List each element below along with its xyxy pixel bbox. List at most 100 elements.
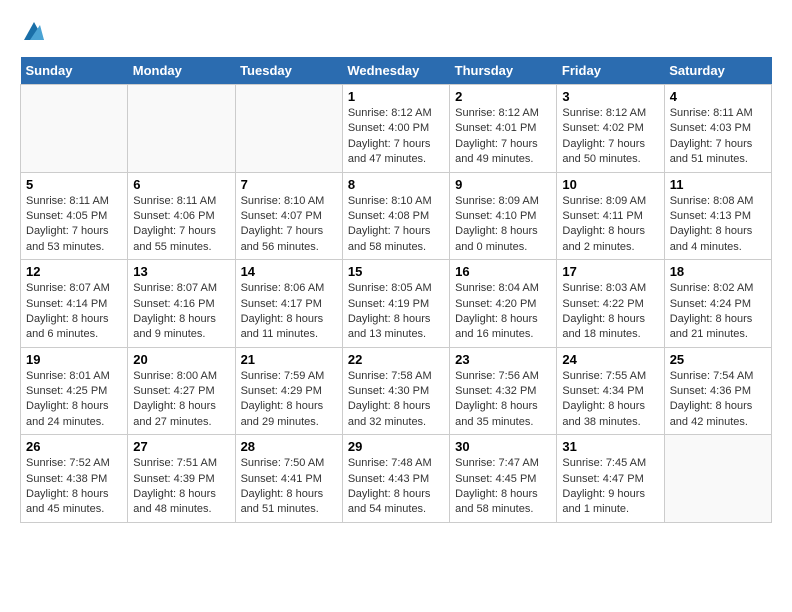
- day-number: 17: [562, 264, 658, 279]
- calendar-cell: 3 Sunrise: 8:12 AMSunset: 4:02 PMDaylight…: [557, 85, 664, 173]
- calendar-cell: 23 Sunrise: 7:56 AMSunset: 4:32 PMDayligh…: [450, 347, 557, 435]
- day-number: 8: [348, 177, 444, 192]
- day-number: 30: [455, 439, 551, 454]
- calendar-cell: 31 Sunrise: 7:45 AMSunset: 4:47 PMDayligh…: [557, 435, 664, 523]
- day-number: 27: [133, 439, 229, 454]
- calendar-cell: [235, 85, 342, 173]
- calendar-cell: 11 Sunrise: 8:08 AMSunset: 4:13 PMDayligh…: [664, 172, 771, 260]
- calendar-cell: 1 Sunrise: 8:12 AMSunset: 4:00 PMDaylight…: [342, 85, 449, 173]
- calendar-cell: 8 Sunrise: 8:10 AMSunset: 4:08 PMDaylight…: [342, 172, 449, 260]
- day-number: 19: [26, 352, 122, 367]
- calendar-cell: 4 Sunrise: 8:11 AMSunset: 4:03 PMDaylight…: [664, 85, 771, 173]
- day-header-friday: Friday: [557, 57, 664, 85]
- day-content: Sunrise: 7:48 AMSunset: 4:43 PMDaylight:…: [348, 456, 444, 518]
- day-number: 1: [348, 89, 444, 104]
- calendar-cell: 7Sunrise: 8:10 AMSunset: 4:07 PMDaylight…: [235, 172, 342, 260]
- calendar-cell: 13 Sunrise: 8:07 AMSunset: 4:16 PMDayligh…: [128, 260, 235, 348]
- day-content: Sunrise: 8:12 AMSunset: 4:00 PMDaylight:…: [348, 106, 444, 168]
- day-number: 7: [241, 177, 337, 192]
- calendar-table: SundayMondayTuesdayWednesdayThursdayFrid…: [20, 57, 772, 523]
- day-content: Sunrise: 7:52 AMSunset: 4:38 PMDaylight:…: [26, 456, 122, 518]
- calendar-cell: 6 Sunrise: 8:11 AMSunset: 4:06 PMDaylight…: [128, 172, 235, 260]
- day-content: Sunrise: 8:09 AMSunset: 4:11 PMDaylight:…: [562, 194, 658, 256]
- calendar-cell: 9 Sunrise: 8:09 AMSunset: 4:10 PMDaylight…: [450, 172, 557, 260]
- calendar-cell: 24 Sunrise: 7:55 AMSunset: 4:34 PMDayligh…: [557, 347, 664, 435]
- calendar-cell: 12 Sunrise: 8:07 AMSunset: 4:14 PMDayligh…: [21, 260, 128, 348]
- day-number: 16: [455, 264, 551, 279]
- day-content: Sunrise: 7:54 AMSunset: 4:36 PMDaylight:…: [670, 369, 766, 431]
- day-content: Sunrise: 8:07 AMSunset: 4:16 PMDaylight:…: [133, 281, 229, 343]
- day-number: 20: [133, 352, 229, 367]
- day-number: 11: [670, 177, 766, 192]
- day-number: 31: [562, 439, 658, 454]
- day-number: 21: [241, 352, 337, 367]
- calendar-cell: 25 Sunrise: 7:54 AMSunset: 4:36 PMDayligh…: [664, 347, 771, 435]
- day-content: Sunrise: 7:45 AMSunset: 4:47 PMDaylight:…: [562, 456, 658, 518]
- day-number: 18: [670, 264, 766, 279]
- day-header-monday: Monday: [128, 57, 235, 85]
- day-content: Sunrise: 7:51 AMSunset: 4:39 PMDaylight:…: [133, 456, 229, 518]
- day-number: 4: [670, 89, 766, 104]
- day-number: 6: [133, 177, 229, 192]
- calendar-cell: [128, 85, 235, 173]
- calendar-cell: [21, 85, 128, 173]
- day-content: Sunrise: 8:06 AMSunset: 4:17 PMDaylight:…: [241, 281, 337, 343]
- calendar-cell: 22 Sunrise: 7:58 AMSunset: 4:30 PMDayligh…: [342, 347, 449, 435]
- calendar-cell: 21 Sunrise: 7:59 AMSunset: 4:29 PMDayligh…: [235, 347, 342, 435]
- day-header-tuesday: Tuesday: [235, 57, 342, 85]
- day-content: Sunrise: 8:01 AMSunset: 4:25 PMDaylight:…: [26, 369, 122, 431]
- day-content: Sunrise: 8:04 AMSunset: 4:20 PMDaylight:…: [455, 281, 551, 343]
- day-content: Sunrise: 7:56 AMSunset: 4:32 PMDaylight:…: [455, 369, 551, 431]
- day-content: Sunrise: 8:09 AMSunset: 4:10 PMDaylight:…: [455, 194, 551, 256]
- logo: [20, 20, 44, 47]
- day-content: Sunrise: 8:12 AMSunset: 4:02 PMDaylight:…: [562, 106, 658, 168]
- day-number: 15: [348, 264, 444, 279]
- calendar-cell: 29 Sunrise: 7:48 AMSunset: 4:43 PMDayligh…: [342, 435, 449, 523]
- day-header-sunday: Sunday: [21, 57, 128, 85]
- day-number: 29: [348, 439, 444, 454]
- day-content: Sunrise: 8:00 AMSunset: 4:27 PMDaylight:…: [133, 369, 229, 431]
- day-content: Sunrise: 8:07 AMSunset: 4:14 PMDaylight:…: [26, 281, 122, 343]
- day-number: 25: [670, 352, 766, 367]
- day-number: 13: [133, 264, 229, 279]
- day-content: Sunrise: 8:05 AMSunset: 4:19 PMDaylight:…: [348, 281, 444, 343]
- calendar-cell: 19 Sunrise: 8:01 AMSunset: 4:25 PMDayligh…: [21, 347, 128, 435]
- calendar-cell: 28 Sunrise: 7:50 AMSunset: 4:41 PMDayligh…: [235, 435, 342, 523]
- day-number: 23: [455, 352, 551, 367]
- calendar-cell: 17 Sunrise: 8:03 AMSunset: 4:22 PMDayligh…: [557, 260, 664, 348]
- calendar-cell: 5 Sunrise: 8:11 AMSunset: 4:05 PMDaylight…: [21, 172, 128, 260]
- calendar-cell: 14 Sunrise: 8:06 AMSunset: 4:17 PMDayligh…: [235, 260, 342, 348]
- day-content: Sunrise: 8:03 AMSunset: 4:22 PMDaylight:…: [562, 281, 658, 343]
- day-content: Sunrise: 7:59 AMSunset: 4:29 PMDaylight:…: [241, 369, 337, 431]
- calendar-cell: 15 Sunrise: 8:05 AMSunset: 4:19 PMDayligh…: [342, 260, 449, 348]
- day-header-thursday: Thursday: [450, 57, 557, 85]
- day-number: 26: [26, 439, 122, 454]
- day-number: 9: [455, 177, 551, 192]
- day-content: Sunrise: 8:11 AMSunset: 4:03 PMDaylight:…: [670, 106, 766, 168]
- calendar-cell: 10 Sunrise: 8:09 AMSunset: 4:11 PMDayligh…: [557, 172, 664, 260]
- day-content: Sunrise: 8:11 AMSunset: 4:06 PMDaylight:…: [133, 194, 229, 256]
- day-number: 24: [562, 352, 658, 367]
- day-number: 3: [562, 89, 658, 104]
- day-content: Sunrise: 7:58 AMSunset: 4:30 PMDaylight:…: [348, 369, 444, 431]
- calendar-cell: 2Sunrise: 8:12 AMSunset: 4:01 PMDaylight…: [450, 85, 557, 173]
- day-number: 22: [348, 352, 444, 367]
- calendar-cell: [664, 435, 771, 523]
- calendar-cell: 16 Sunrise: 8:04 AMSunset: 4:20 PMDayligh…: [450, 260, 557, 348]
- day-content: Sunrise: 8:02 AMSunset: 4:24 PMDaylight:…: [670, 281, 766, 343]
- day-header-saturday: Saturday: [664, 57, 771, 85]
- day-content: Sunrise: 7:50 AMSunset: 4:41 PMDaylight:…: [241, 456, 337, 518]
- day-header-wednesday: Wednesday: [342, 57, 449, 85]
- calendar-cell: 26 Sunrise: 7:52 AMSunset: 4:38 PMDayligh…: [21, 435, 128, 523]
- calendar-cell: 27 Sunrise: 7:51 AMSunset: 4:39 PMDayligh…: [128, 435, 235, 523]
- calendar-cell: 18 Sunrise: 8:02 AMSunset: 4:24 PMDayligh…: [664, 260, 771, 348]
- day-content: Sunrise: 8:10 AMSunset: 4:08 PMDaylight:…: [348, 194, 444, 256]
- day-number: 14: [241, 264, 337, 279]
- day-number: 28: [241, 439, 337, 454]
- day-number: 10: [562, 177, 658, 192]
- day-content: Sunrise: 8:08 AMSunset: 4:13 PMDaylight:…: [670, 194, 766, 256]
- day-content: Sunrise: 7:55 AMSunset: 4:34 PMDaylight:…: [562, 369, 658, 431]
- day-content: Sunrise: 8:11 AMSunset: 4:05 PMDaylight:…: [26, 194, 122, 256]
- day-number: 12: [26, 264, 122, 279]
- day-number: 5: [26, 177, 122, 192]
